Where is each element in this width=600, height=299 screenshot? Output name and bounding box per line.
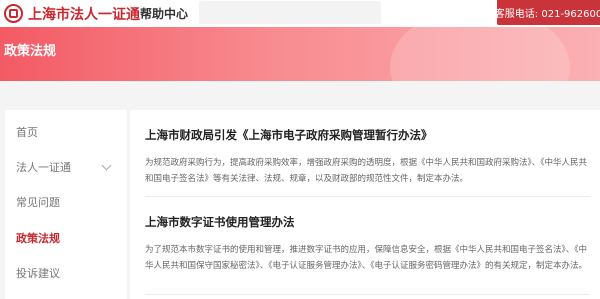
sidebar-item-label: 法人一证通 (16, 161, 71, 174)
article-title-link[interactable]: 上海市数字证书使用管理办法 (145, 214, 595, 230)
divider (145, 294, 590, 295)
article-title-link[interactable]: 上海市财政局引发《上海市电子政府采购管理暂行办法》 (145, 127, 595, 143)
article-summary: 为规范政府采购行为，提高政府采购效率，增强政府采购的透明度，根据《中华人民共和国… (145, 158, 588, 184)
page-banner: 政策法规 (0, 27, 600, 81)
logo-text: 上海市法人一证通 (28, 6, 140, 23)
hotline-button[interactable]: 客服电话: 021-962600 (495, 0, 600, 25)
sidebar-item-label: 政策法规 (16, 232, 60, 245)
sidebar-item-home[interactable]: 首页 (5, 122, 127, 142)
sidebar-item-corporate-cert[interactable]: 法人一证通 (5, 157, 127, 177)
article-summary: 为了规范本市数字证书的使用和管理，推进数字证书的应用，保障信息安全，根据《中华人… (145, 245, 588, 271)
sidebar-item-faq[interactable]: 常见问题 (5, 192, 127, 212)
sidebar-item-complaints[interactable]: 投诉建议 (5, 263, 127, 283)
sidebar-item-label: 常见问题 (16, 196, 60, 209)
page-title: 政策法规 (4, 44, 57, 59)
sidebar-item-label: 投诉建议 (16, 267, 60, 280)
list-item: 上海市数字证书使用管理办法 为了规范本市数字证书的使用和管理，推进数字证书的应用… (145, 214, 595, 274)
list-item: 上海市财政局引发《上海市电子政府采购管理暂行办法》 为规范政府采购行为，提高政府… (145, 127, 595, 187)
policy-list: 上海市财政局引发《上海市电子政府采购管理暂行办法》 为规范政府采购行为，提高政府… (130, 110, 600, 299)
search-input[interactable] (199, 1, 381, 24)
sidebar: 首页 法人一证通 常见问题 政策法规 投诉建议 (5, 110, 127, 299)
sidebar-item-label: 首页 (16, 126, 38, 139)
divider (145, 196, 590, 197)
header-divider (130, 6, 131, 20)
top-bar: 上海市法人一证通 帮助中心 客服电话: 021-962600 (0, 0, 600, 27)
sidebar-item-policies[interactable]: 政策法规 (5, 228, 127, 248)
logo-seal-icon (4, 4, 23, 23)
help-center-link[interactable]: 帮助中心 (140, 5, 188, 22)
logo[interactable]: 上海市法人一证通 (4, 2, 140, 25)
chevron-down-icon (101, 160, 112, 171)
